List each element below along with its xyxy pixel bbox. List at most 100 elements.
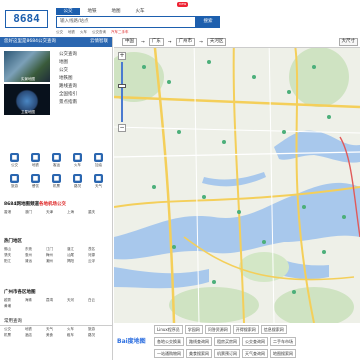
sidebar-item[interactable]: 路线查询: [54, 83, 114, 91]
partner-link[interactable]: 一站通购物网: [154, 348, 184, 358]
district-select[interactable]: 天河区: [206, 38, 227, 46]
country-select[interactable]: 中国: [122, 38, 137, 46]
link[interactable]: 上海: [67, 209, 88, 215]
zoom-slider-handle[interactable]: [118, 84, 126, 88]
partner-link[interactable]: 学园网: [184, 324, 203, 334]
footer-link[interactable]: 美食: [46, 332, 67, 338]
tab-train[interactable]: 火车: [128, 8, 152, 15]
partner-link[interactable]: 各地公交换乘: [154, 336, 184, 346]
link[interactable]: 黄埔: [4, 303, 25, 309]
traffic-icon: ■: [73, 174, 82, 183]
section-title: 广州市各区地图: [4, 290, 36, 295]
breadcrumb-sep: →: [199, 39, 203, 45]
service-bus[interactable]: ■ 公交: [4, 152, 25, 173]
link[interactable]: 天河: [67, 297, 88, 303]
service-label: 加油: [95, 163, 102, 167]
city-select[interactable]: 广州市: [175, 38, 196, 46]
service-coach[interactable]: ■ 客运: [46, 152, 67, 173]
partner-link[interactable]: 问答资源网: [204, 324, 231, 334]
service-label: 公交: [11, 163, 18, 167]
search-input[interactable]: 输入线路/站点: [56, 16, 196, 28]
search-button[interactable]: 搜索: [196, 16, 220, 28]
service-travel[interactable]: ■ 旅游: [4, 173, 25, 194]
breadcrumb-sep: →: [167, 39, 172, 45]
section-title: 热门地区: [4, 239, 22, 244]
weather-icon: ■: [94, 174, 103, 183]
footer-link[interactable]: 酒店: [25, 332, 46, 338]
hint-link[interactable]: 公交: [56, 30, 63, 35]
partner-link[interactable]: 信息搜索网: [260, 324, 287, 334]
service-traffic[interactable]: ■ 路况: [67, 173, 88, 194]
tab-metro[interactable]: 地铁: [80, 8, 104, 15]
coach-icon: ■: [52, 153, 61, 162]
baidu-map-logo: Bai度地图: [117, 338, 146, 345]
zoom-out-button[interactable]: −: [118, 124, 126, 132]
province-select[interactable]: 广东: [148, 38, 164, 46]
street-view-caption: 实景地图: [21, 77, 35, 81]
link[interactable]: 揭阳: [67, 258, 88, 264]
map-size-button[interactable]: 大尺寸: [338, 38, 358, 46]
sidebar-item[interactable]: 公交: [54, 67, 114, 75]
link[interactable]: 云浮: [88, 258, 109, 264]
service-food[interactable]: ■ 餐饮: [25, 173, 46, 194]
zoom-in-button[interactable]: +: [118, 52, 126, 60]
partner-link[interactable]: 公交查询网: [242, 336, 268, 346]
partner-link[interactable]: 路线查询网: [186, 336, 212, 346]
link[interactable]: 白云: [88, 297, 109, 303]
partner-row: 各地公交换乘 路线查询网 租房买房网 公交查询网 二手车市场: [114, 335, 360, 347]
link[interactable]: 荔湾: [46, 297, 67, 303]
section-links: 香港 澳门 天津 上海 重庆: [4, 209, 110, 215]
link[interactable]: 潮州: [46, 258, 67, 264]
fuel-icon: ■: [94, 153, 103, 162]
link[interactable]: 重庆: [88, 209, 109, 215]
service-metro[interactable]: ■ 地铁: [25, 152, 46, 173]
service-fuel[interactable]: ■ 加油: [88, 152, 109, 173]
service-train[interactable]: ■ 火车: [67, 152, 88, 173]
partner-link[interactable]: Linux程序员: [154, 324, 183, 334]
service-label: 旅游: [11, 184, 18, 188]
left-sidebar: 您好这里是8684公交查询 云情智联 实景地图 卫星地图 公交查询 地图 公交 …: [0, 37, 113, 360]
hint-link[interactable]: 地铁: [68, 30, 75, 35]
sidebar-item[interactable]: 地图: [54, 59, 114, 67]
footer-link[interactable]: 租车: [67, 332, 88, 338]
service-weather[interactable]: ■ 天气: [88, 173, 109, 194]
partner-link[interactable]: 租房买房网: [214, 336, 240, 346]
breadcrumb-sep: →: [141, 39, 145, 45]
partner-link[interactable]: 开得搜索网: [232, 324, 259, 334]
map-canvas[interactable]: 中国 → 广东 → 广州市 → 天河区 大尺寸 + −: [114, 37, 360, 323]
hint-link[interactable]: 火车: [80, 30, 87, 35]
tab-map[interactable]: 地图: [104, 8, 128, 15]
header: 8684 公交 地铁 地图 火车 new 输入线路/站点 搜索 公交 地铁 火车…: [0, 0, 360, 37]
sidebar-item[interactable]: 全国指引: [54, 91, 114, 99]
partner-link[interactable]: 美食搜索网: [186, 348, 212, 358]
link[interactable]: 海珠: [25, 297, 46, 303]
footer-partner-links: Bai度地图 Linux程序员 学园网 问答资源网 开得搜索网 信息搜索网 各地…: [114, 323, 360, 360]
hint-link[interactable]: 公交查询: [92, 30, 106, 35]
tab-bus[interactable]: 公交: [56, 8, 80, 15]
map-thumbnails: 实景地图 卫星地图: [4, 51, 52, 117]
footer-link-grid: 公交 地铁 天气 火车 旅游 机票 酒店 美食 租车 路况: [0, 326, 113, 338]
footer-link[interactable]: 路况: [88, 332, 109, 338]
service-flight[interactable]: ■ 机票: [46, 173, 67, 194]
link[interactable]: 阳江: [4, 258, 25, 264]
sidebar-item[interactable]: 地铁图: [54, 75, 114, 83]
partner-link[interactable]: 二手车市场: [270, 336, 296, 346]
partner-link[interactable]: 天气查询网: [242, 348, 268, 358]
section-title-red[interactable]: 各地机场公交: [39, 202, 66, 207]
partner-row: Linux程序员 学园网 问答资源网 开得搜索网 信息搜索网: [114, 323, 360, 335]
link[interactable]: 澳门: [25, 209, 46, 215]
link[interactable]: 清远: [25, 258, 46, 264]
footer-links: 常用查询 公交 地铁 天气 火车 旅游 机票 酒店 美食 租车 路况: [0, 318, 113, 360]
hint-link-red[interactable]: 汽车二手车: [111, 30, 129, 35]
site-logo[interactable]: 8684: [5, 10, 48, 28]
link[interactable]: 香港: [4, 209, 25, 215]
sidebar-item[interactable]: 景点指南: [54, 99, 114, 107]
sidebar-header-link[interactable]: 云情智联: [90, 37, 108, 47]
sidebar-item[interactable]: 公交查询: [54, 51, 114, 59]
sidebar-header: 您好这里是8684公交查询 云情智联: [0, 37, 112, 47]
zoom-slider[interactable]: [118, 62, 126, 122]
partner-link[interactable]: 机票预订网: [214, 348, 240, 358]
footer-link[interactable]: 机票: [4, 332, 25, 338]
partner-link[interactable]: 地图搜索网: [270, 348, 296, 358]
link[interactable]: 天津: [46, 209, 67, 215]
